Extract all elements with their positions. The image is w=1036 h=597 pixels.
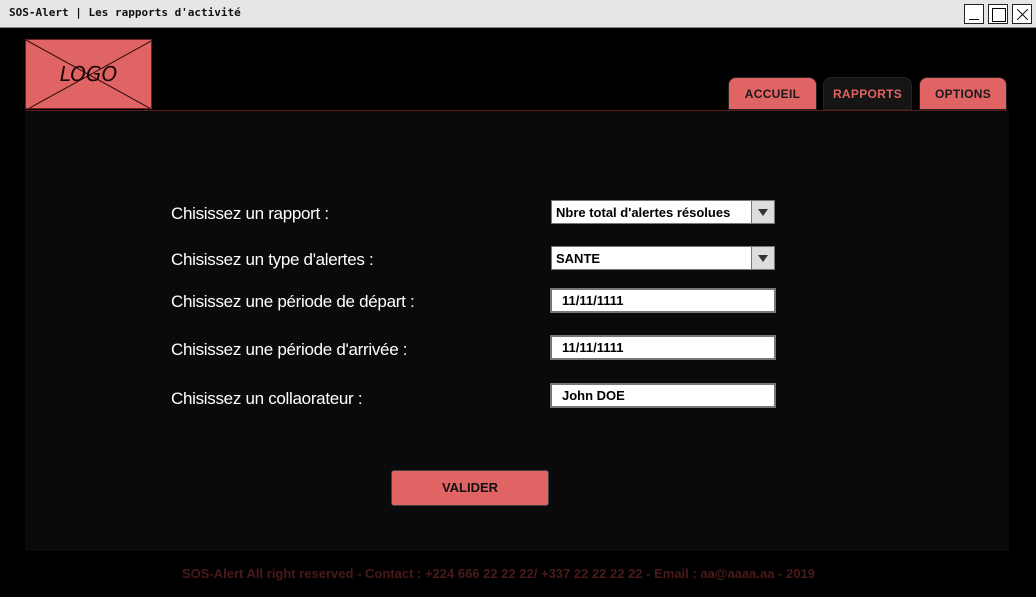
alert-type-select[interactable]: SANTE — [551, 246, 775, 270]
footer-text: SOS-Alert All right reserved - Contact :… — [182, 566, 815, 581]
start-period-label: Chisissez une période de départ : — [171, 292, 415, 311]
tab-accueil[interactable]: ACCUEIL — [728, 77, 817, 110]
alert-type-select-value: SANTE — [556, 251, 601, 266]
window-title: SOS-Alert | Les rapports d'activité — [9, 6, 241, 19]
report-select[interactable]: Nbre total d'alertes résolues — [551, 200, 775, 224]
validate-button[interactable]: VALIDER — [391, 470, 549, 506]
window-titlebar: SOS-Alert | Les rapports d'activité — [0, 0, 1036, 28]
end-period-field[interactable]: 11/11/1111 — [550, 335, 776, 360]
collaborator-label: Chisissez un collaorateur : — [171, 389, 363, 408]
logo-text: LOGO — [59, 62, 118, 86]
tab-rapports[interactable]: RAPPORTS — [823, 77, 912, 110]
logo: LOGO — [25, 39, 152, 109]
chevron-down-icon[interactable] — [751, 201, 774, 223]
start-period-field[interactable]: 11/11/1111 — [550, 288, 776, 313]
minimize-icon[interactable] — [964, 4, 984, 24]
close-icon[interactable] — [1012, 4, 1032, 24]
report-select-value: Nbre total d'alertes résolues — [556, 205, 731, 220]
maximize-icon[interactable] — [988, 4, 1008, 24]
end-period-label: Chisissez une période d'arrivée : — [171, 340, 408, 359]
report-label: Chisissez un rapport : — [171, 204, 329, 223]
chevron-down-icon[interactable] — [751, 247, 774, 269]
collaborator-field[interactable]: John DOE — [550, 383, 776, 408]
alert-type-label: Chisissez un type d'alertes : — [171, 250, 374, 269]
tab-options[interactable]: OPTIONS — [919, 77, 1007, 110]
